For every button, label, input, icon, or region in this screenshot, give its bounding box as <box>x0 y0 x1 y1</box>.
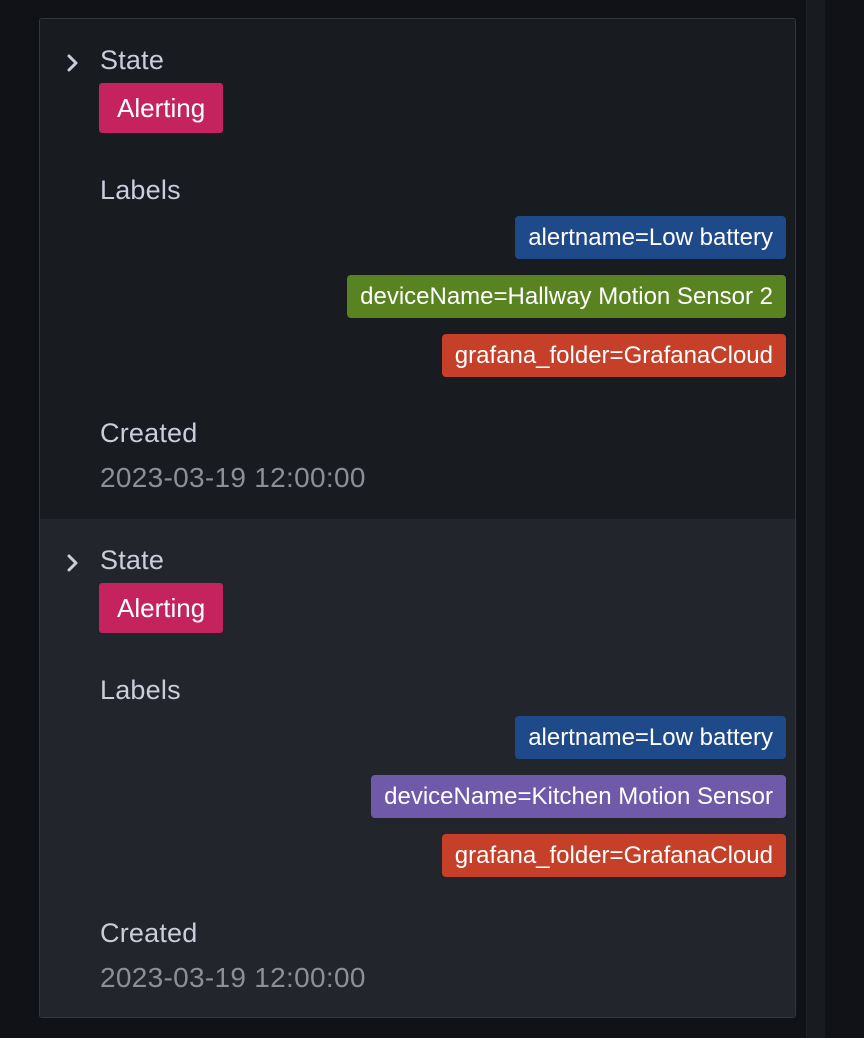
label-tag[interactable]: alertname=Low battery <box>515 216 786 259</box>
label-tag[interactable]: alertname=Low battery <box>515 716 786 759</box>
label-tag[interactable]: deviceName=Hallway Motion Sensor 2 <box>347 275 786 318</box>
alert-instance-row: State Alerting Labels alertname=Low batt… <box>40 19 795 519</box>
state-label: State <box>100 45 165 75</box>
state-badge: Alerting <box>99 83 224 133</box>
created-label: Created <box>100 918 198 948</box>
chevron-right-icon[interactable] <box>66 553 80 573</box>
labels-label: Labels <box>100 675 181 705</box>
state-badge: Alerting <box>99 583 224 633</box>
label-list: alertname=Low battery deviceName=Hallway… <box>347 216 786 377</box>
label-tag[interactable]: deviceName=Kitchen Motion Sensor <box>371 775 786 818</box>
alert-instance-row: State Alerting Labels alertname=Low batt… <box>40 519 795 1017</box>
created-label: Created <box>100 418 198 448</box>
labels-label: Labels <box>100 175 181 205</box>
state-label: State <box>100 545 165 575</box>
page-scroll-track <box>806 0 825 1038</box>
created-value: 2023-03-19 12:00:00 <box>100 462 366 493</box>
alert-instances-list: State Alerting Labels alertname=Low batt… <box>39 18 796 1018</box>
label-list: alertname=Low battery deviceName=Kitchen… <box>371 716 786 877</box>
chevron-right-icon[interactable] <box>66 53 80 73</box>
created-value: 2023-03-19 12:00:00 <box>100 962 366 993</box>
label-tag[interactable]: grafana_folder=GrafanaCloud <box>441 834 786 877</box>
label-tag[interactable]: grafana_folder=GrafanaCloud <box>441 334 786 377</box>
